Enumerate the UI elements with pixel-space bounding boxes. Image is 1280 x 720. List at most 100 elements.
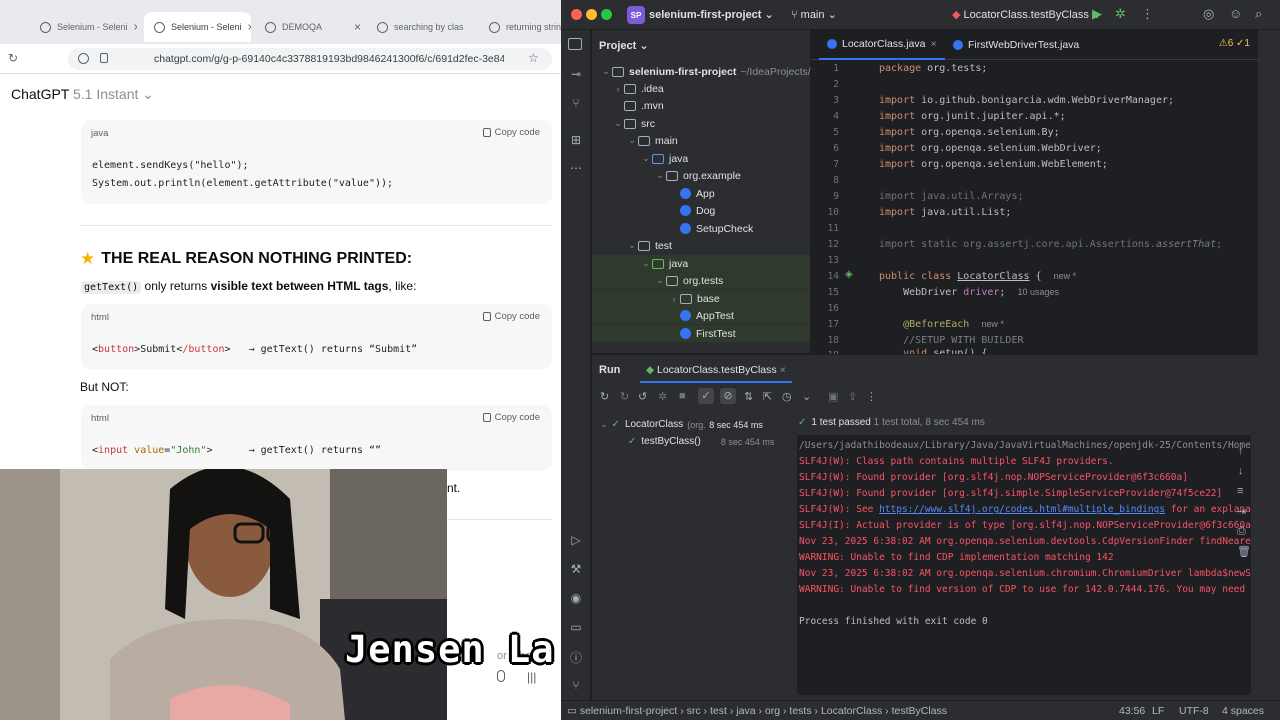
browser-tab[interactable]: searching by clas bbox=[367, 12, 474, 42]
clear-console-icon[interactable]: 🗑 bbox=[1237, 545, 1251, 558]
scroll-to-end-icon[interactable]: ⇥ bbox=[1237, 505, 1246, 518]
scroll-down-icon[interactable]: ↓ bbox=[1238, 465, 1244, 477]
code-line[interactable]: WebDriver driver; 10 usages bbox=[879, 287, 1059, 298]
tree-item[interactable]: ⌄ java bbox=[592, 255, 810, 272]
services-icon[interactable]: ◉ bbox=[568, 591, 584, 605]
code-line[interactable]: import org.openqa.selenium.WebDriver; bbox=[879, 143, 1102, 154]
breadcrumb-item[interactable]: src bbox=[687, 705, 701, 717]
tree-item[interactable]: › .idea bbox=[592, 80, 810, 97]
project-panel-header[interactable]: Project ⌄ bbox=[599, 39, 649, 52]
tree-item[interactable]: ⌄ main bbox=[592, 132, 810, 149]
copy-code-button[interactable]: Copy code bbox=[482, 127, 540, 138]
branch-selector[interactable]: ⑂ main ⌄ bbox=[791, 8, 837, 21]
url-text[interactable]: chatgpt.com/g/g-p-69140c4c3378819193bd98… bbox=[154, 53, 504, 65]
close-icon[interactable]: × bbox=[134, 20, 137, 34]
tree-item[interactable]: ⌄ src bbox=[592, 115, 810, 132]
close-icon[interactable]: × bbox=[780, 364, 786, 376]
usages-hint[interactable]: 10 usages bbox=[1018, 287, 1060, 297]
debug-icon[interactable]: ✲ bbox=[1115, 6, 1126, 22]
rerun-failed-icon[interactable]: ↻ bbox=[620, 390, 629, 403]
stop-icon[interactable]: ■ bbox=[679, 390, 686, 402]
run-icon[interactable]: ▶ bbox=[1092, 6, 1102, 22]
breadcrumb-item[interactable]: selenium-first-project bbox=[580, 705, 677, 717]
tree-item[interactable]: › base bbox=[592, 290, 810, 307]
run-config-tab[interactable]: ◆ LocatorClass.testByClass × bbox=[640, 358, 792, 383]
code-line[interactable]: import org.openqa.selenium.WebElement; bbox=[879, 159, 1108, 170]
project-badge[interactable]: SP bbox=[627, 6, 645, 24]
browser-tab[interactable]: DEMOQA × bbox=[255, 12, 362, 42]
history-icon[interactable]: ◷ bbox=[782, 390, 792, 403]
breadcrumb-item[interactable]: testByClass bbox=[892, 705, 947, 717]
more-icon[interactable]: ⋮ bbox=[1141, 6, 1154, 22]
more-icon[interactable]: ⋮ bbox=[866, 390, 877, 403]
run-tool-icon[interactable]: ▷ bbox=[568, 533, 584, 547]
structure-icon[interactable]: ⊞ bbox=[568, 133, 584, 147]
inspection-widget[interactable]: ⚠6 ✓1 bbox=[1219, 38, 1250, 49]
model-selector[interactable]: ChatGPT 5.1 Instant ⌄ bbox=[11, 86, 154, 103]
more-tools-icon[interactable]: ⋯ bbox=[568, 161, 584, 175]
toggle-auto-test-icon[interactable]: ↺ bbox=[638, 390, 647, 403]
problems-icon[interactable]: ⓘ bbox=[568, 649, 584, 665]
test-suite-row[interactable]: ⌄✓ LocatorClass(org.te8 sec 454 ms bbox=[600, 416, 785, 433]
tree-item[interactable]: .mvn bbox=[592, 97, 810, 114]
code-line[interactable]: import org.junit.jupiter.api.*; bbox=[879, 111, 1066, 122]
build-icon[interactable]: ⚒ bbox=[568, 562, 584, 576]
console-output[interactable]: /Users/jadathibodeaux/Library/Java/JavaV… bbox=[797, 435, 1251, 695]
show-ignored-icon[interactable]: ⊘ bbox=[720, 388, 736, 404]
indent-setting[interactable]: 4 spaces bbox=[1222, 705, 1264, 717]
cursor-position[interactable]: 43:56 bbox=[1119, 705, 1145, 717]
test-case-row[interactable]: ✓ testByClass() 8 sec 454 ms bbox=[628, 433, 785, 450]
file-encoding[interactable]: UTF-8 bbox=[1179, 705, 1209, 717]
debug-icon[interactable]: ✲ bbox=[658, 390, 667, 403]
breadcrumb-item[interactable]: java bbox=[736, 705, 755, 717]
close-icon[interactable]: × bbox=[354, 20, 361, 34]
print-icon[interactable]: ⎙ bbox=[1237, 525, 1246, 538]
project-tool-icon[interactable] bbox=[568, 38, 582, 50]
minimize-window-button[interactable] bbox=[586, 9, 597, 20]
browser-tab[interactable]: Selenium - Seleni × bbox=[30, 12, 137, 42]
breadcrumb-item[interactable]: LocatorClass bbox=[821, 705, 882, 717]
code-line[interactable]: @BeforeEach new * bbox=[879, 319, 1004, 330]
console-link[interactable]: https://www.slf4j.org/codes.html#multipl… bbox=[879, 504, 1165, 515]
code-line[interactable]: package org.tests; bbox=[879, 63, 987, 74]
tree-item[interactable]: ⌄ org.tests bbox=[592, 272, 810, 289]
voice-mode-icon[interactable]: ||| bbox=[527, 670, 536, 684]
code-line[interactable]: import org.openqa.selenium.By; bbox=[879, 127, 1060, 138]
git-icon[interactable]: ⑂ bbox=[568, 678, 584, 692]
coverage-icon[interactable]: ▣ bbox=[828, 390, 838, 403]
tree-item[interactable]: Dog bbox=[592, 202, 810, 219]
run-config-selector[interactable]: ◆ LocatorClass.testByClass ⌄ bbox=[952, 8, 1101, 21]
microphone-icon[interactable] bbox=[497, 670, 505, 682]
tab-firstwebdrivertest[interactable]: FirstWebDriverTest.java bbox=[945, 30, 1087, 60]
tree-item[interactable]: FirstTest bbox=[592, 325, 810, 342]
code-line[interactable]: import io.github.bonigarcia.wdm.WebDrive… bbox=[879, 95, 1174, 106]
scroll-up-icon[interactable]: ↑ bbox=[1238, 445, 1244, 457]
code-line[interactable]: public class LocatorClass { new * bbox=[879, 271, 1076, 282]
tree-item[interactable]: SetupCheck bbox=[592, 220, 810, 237]
address-bar[interactable]: chatgpt.com/g/g-p-69140c4c3378819193bd98… bbox=[68, 48, 552, 70]
run-tab-title[interactable]: Run bbox=[599, 364, 620, 376]
export-icon[interactable]: ⇪ bbox=[848, 390, 857, 403]
tab-locatorclass[interactable]: LocatorClass.java × bbox=[819, 30, 945, 60]
site-info-icon[interactable] bbox=[78, 53, 89, 64]
code-line-unused[interactable]: import static org.assertj.core.api.Asser… bbox=[879, 239, 1222, 250]
sort-icon[interactable]: ⇅ bbox=[744, 390, 753, 403]
breadcrumb-item[interactable]: tests bbox=[789, 705, 811, 717]
show-passed-icon[interactable]: ✓ bbox=[698, 388, 714, 404]
soft-wrap-icon[interactable]: ≡ bbox=[1237, 485, 1243, 497]
bookmark-star-icon[interactable]: ☆ bbox=[528, 51, 539, 65]
breadcrumb-item[interactable]: org bbox=[765, 705, 780, 717]
pull-requests-icon[interactable]: ⑂ bbox=[568, 96, 584, 110]
ai-assistant-icon[interactable]: ◎ bbox=[1203, 6, 1214, 22]
search-icon[interactable]: ⌕ bbox=[1255, 6, 1262, 22]
reload-icon[interactable]: ↻ bbox=[8, 51, 18, 65]
user-icon[interactable]: ☺ bbox=[1229, 6, 1242, 21]
line-separator[interactable]: LF bbox=[1152, 705, 1164, 717]
commit-icon[interactable]: ⊸ bbox=[568, 67, 584, 81]
tree-item[interactable]: App bbox=[592, 185, 810, 202]
tree-item[interactable]: ⌄ org.example bbox=[592, 167, 810, 184]
browser-tab[interactable]: returning string bbox=[479, 12, 561, 42]
code-comment[interactable]: //SETUP WITH BUILDER bbox=[879, 335, 1023, 346]
maximize-window-button[interactable] bbox=[601, 9, 612, 20]
tree-item[interactable]: ⌄ java bbox=[592, 150, 810, 167]
